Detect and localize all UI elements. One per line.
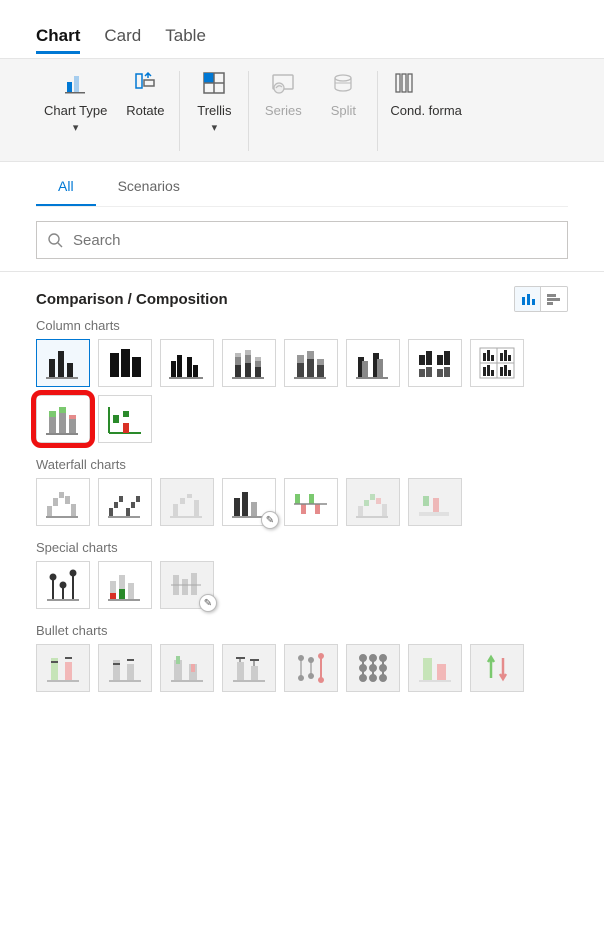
tile-special-range[interactable]: ✎ xyxy=(160,561,214,609)
rotate-button[interactable]: Rotate xyxy=(115,65,175,161)
chart-type-icon xyxy=(60,67,92,99)
waterfall-charts-tiles: ✎ xyxy=(36,478,568,526)
trellis-label: Trellis xyxy=(197,103,231,119)
orientation-vertical-button[interactable] xyxy=(515,287,541,311)
tile-waterfall-5[interactable] xyxy=(284,478,338,526)
trellis-icon xyxy=(198,67,230,99)
cond-format-button[interactable]: Cond. forma xyxy=(382,65,470,161)
tile-column-variance[interactable] xyxy=(36,395,90,443)
tile-bullet-dots-1[interactable] xyxy=(284,644,338,692)
group-label-column: Column charts xyxy=(36,318,568,333)
tab-table[interactable]: Table xyxy=(165,24,206,52)
chart-type-button[interactable]: Chart Type ▾ xyxy=(36,65,115,161)
tile-bullet-4[interactable] xyxy=(222,644,276,692)
series-button: Series xyxy=(253,65,313,161)
tile-column-waterfall-mini[interactable] xyxy=(98,395,152,443)
search-input[interactable] xyxy=(71,231,557,250)
group-label-bullet: Bullet charts xyxy=(36,623,568,638)
special-charts-tiles: ✎ xyxy=(36,561,568,609)
tab-chart[interactable]: Chart xyxy=(36,24,80,52)
tile-column-smallmult-1[interactable] xyxy=(408,339,462,387)
split-label: Split xyxy=(331,103,356,119)
tile-column-stacked[interactable] xyxy=(222,339,276,387)
tile-bullet-2[interactable] xyxy=(98,644,152,692)
tile-waterfall-7[interactable] xyxy=(408,478,462,526)
tile-bullet-bars[interactable] xyxy=(408,644,462,692)
orientation-toggle xyxy=(514,286,568,312)
chevron-down-icon: ▾ xyxy=(73,121,79,134)
chevron-down-icon: ▾ xyxy=(212,121,218,134)
tile-waterfall-3[interactable] xyxy=(160,478,214,526)
pencil-icon: ✎ xyxy=(199,594,217,612)
divider xyxy=(0,271,604,272)
ribbon: Chart Type ▾ Rotate Trellis ▾ xyxy=(0,58,604,162)
tile-waterfall-2[interactable] xyxy=(98,478,152,526)
tile-special-lollipop[interactable] xyxy=(36,561,90,609)
pencil-icon: ✎ xyxy=(261,511,279,529)
orientation-horizontal-button[interactable] xyxy=(541,287,567,311)
search-box[interactable] xyxy=(36,221,568,259)
tile-bullet-1[interactable] xyxy=(36,644,90,692)
category-header: Comparison / Composition xyxy=(36,286,568,312)
ribbon-separator xyxy=(377,71,378,151)
tile-column-smallmult-2[interactable] xyxy=(470,339,524,387)
tile-bullet-dots-2[interactable] xyxy=(346,644,400,692)
tile-column-grouped[interactable] xyxy=(160,339,214,387)
group-label-special: Special charts xyxy=(36,540,568,555)
tile-waterfall-4[interactable]: ✎ xyxy=(222,478,276,526)
tile-column-solid[interactable] xyxy=(98,339,152,387)
trellis-button[interactable]: Trellis ▾ xyxy=(184,65,244,161)
tile-waterfall-6[interactable] xyxy=(346,478,400,526)
series-label: Series xyxy=(265,103,302,119)
tile-bullet-arrows[interactable] xyxy=(470,644,524,692)
group-label-waterfall: Waterfall charts xyxy=(36,457,568,472)
subtab-scenarios[interactable]: Scenarios xyxy=(96,166,202,206)
cond-format-icon xyxy=(390,67,422,99)
category-title: Comparison / Composition xyxy=(36,291,228,308)
tile-column-overlap[interactable] xyxy=(346,339,400,387)
tab-card[interactable]: Card xyxy=(104,24,141,52)
ribbon-separator xyxy=(248,71,249,151)
bullet-charts-tiles xyxy=(36,644,568,692)
search-wrap xyxy=(36,221,568,259)
tile-special-combo[interactable] xyxy=(98,561,152,609)
tile-column-stacked-alt[interactable] xyxy=(284,339,338,387)
column-charts-tiles xyxy=(36,339,568,443)
rotate-label: Rotate xyxy=(126,103,164,119)
tile-waterfall-1[interactable] xyxy=(36,478,90,526)
rotate-icon xyxy=(129,67,161,99)
top-tabs: Chart Card Table xyxy=(36,24,568,52)
search-icon xyxy=(47,232,63,248)
ribbon-separator xyxy=(179,71,180,151)
split-button: Split xyxy=(313,65,373,161)
chart-type-label: Chart Type xyxy=(44,103,107,119)
series-icon xyxy=(267,67,299,99)
subtab-all[interactable]: All xyxy=(36,166,96,206)
cond-format-label: Cond. forma xyxy=(390,103,462,119)
split-icon xyxy=(327,67,359,99)
tile-bullet-3[interactable] xyxy=(160,644,214,692)
tile-column-clustered[interactable] xyxy=(36,339,90,387)
sub-tabs: All Scenarios xyxy=(36,166,568,207)
